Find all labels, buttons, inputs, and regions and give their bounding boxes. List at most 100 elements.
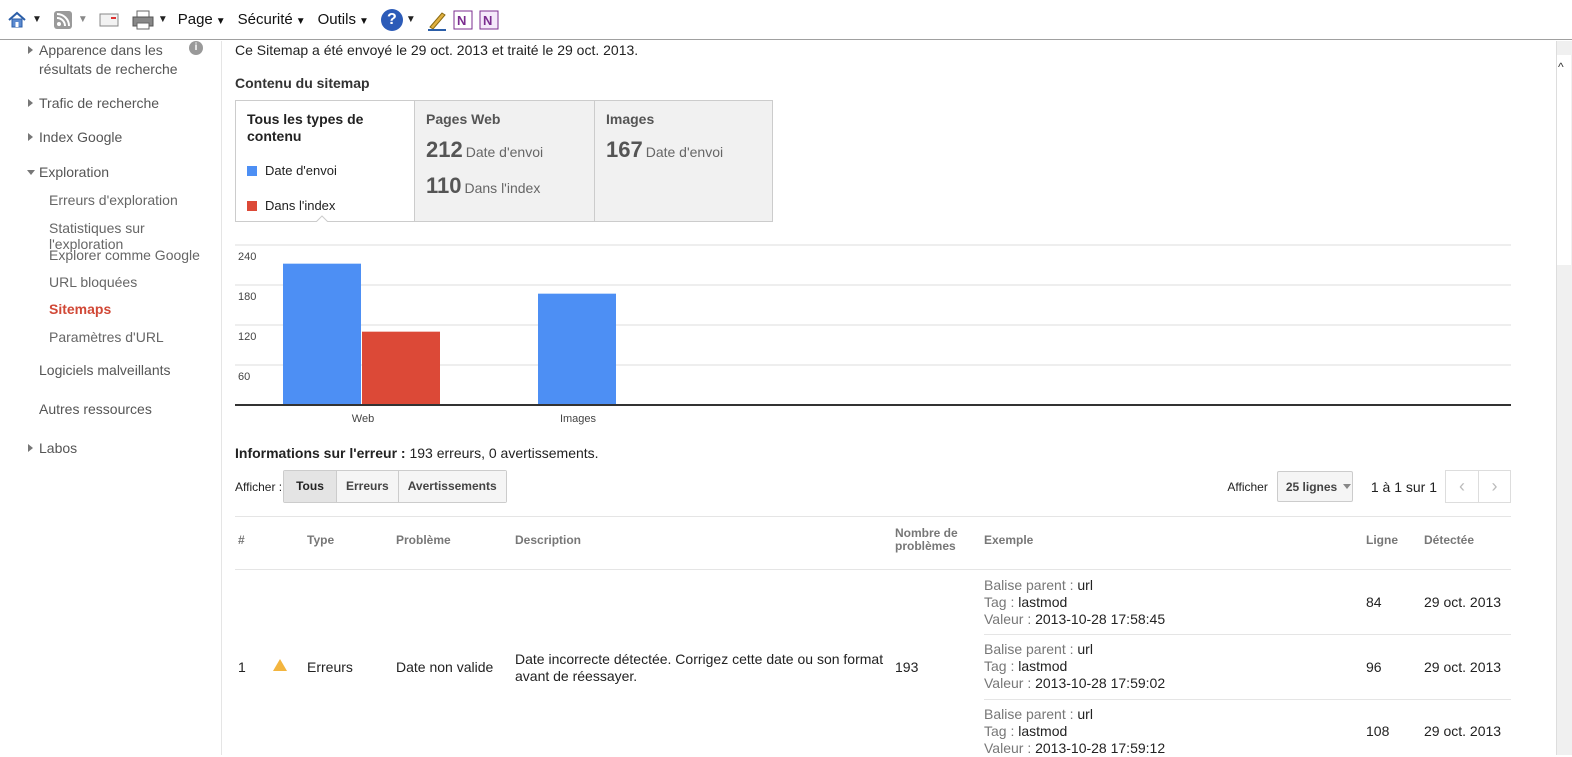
example-entry: Balise parent : url Tag : lastmod Valeur… [984,641,1166,691]
filter-segmented-control: Tous Erreurs Avertissements [283,470,507,503]
row-divider [984,634,1511,635]
all-content-types-tab[interactable]: Tous les types de contenu Date d'envoi D… [236,101,415,222]
expand-arrow-icon [28,46,33,54]
col-header-detected[interactable]: Détectée [1424,534,1474,547]
tools-menu[interactable]: Outils ▼ [318,11,369,28]
y-tick-label: 120 [238,331,256,343]
legend-label: Dans l'index [265,198,336,213]
sitemap-bar-chart: 60 120 180 240 Web Images [235,244,1511,425]
sidebar-subitem-crawl-errors[interactable]: Erreurs d'exploration [49,192,178,208]
row-count: 193 [895,659,919,675]
scroll-up-icon[interactable]: ^ [1558,60,1564,74]
expand-arrow-icon [28,444,33,452]
chevron-down-icon[interactable]: ▼ [78,14,88,25]
sidebar-item-malware[interactable]: Logiciels malveillants [28,361,171,380]
col-header-example: Exemple [984,533,1034,547]
sidebar-item-label: Exploration [39,164,110,180]
sitemap-content-title: Contenu du sitemap [235,75,370,91]
collapse-arrow-icon [27,170,35,175]
example-entry: Balise parent : url Tag : lastmod Valeur… [984,577,1166,627]
sidebar-item-google-index[interactable]: Index Google [28,128,122,147]
read-mail-icon[interactable] [98,9,120,31]
prev-page-button[interactable]: ‹ [1445,470,1478,503]
col-header-type[interactable]: Type [307,534,334,547]
col-header-problem[interactable]: Problème [396,534,451,547]
row-description: Date incorrecte détectée. Corrigez cette… [515,651,884,684]
filter-toolbar: Afficher : Tous Erreurs Avertissements A… [235,470,1511,503]
sidebar-item-labs[interactable]: Labos [28,439,77,458]
sidebar-item-search-traffic[interactable]: Trafic de recherche [28,94,159,113]
y-tick-label: 180 [238,291,256,303]
chevron-down-icon[interactable]: ▼ [406,14,416,25]
filter-warnings-button[interactable]: Avertissements [398,471,506,502]
col-header-line[interactable]: Ligne [1366,534,1398,547]
filter-errors-button[interactable]: Erreurs [337,471,399,502]
sitemap-submitted-text: Ce Sitemap a été envoyé le 29 oct. 2013 … [235,42,639,58]
header-divider [235,569,1511,570]
tab-pointer [316,215,328,222]
sidebar-subitem-url-parameters[interactable]: Paramètres d'URL [49,329,164,345]
svg-text:N: N [457,13,466,28]
rows-per-page-select[interactable]: 25 lignes [1276,471,1353,502]
page-menu[interactable]: Page ▼ [178,11,226,28]
home-icon[interactable] [6,9,28,31]
sidebar-item-label: Autres ressources [39,401,152,417]
sidebar-item-label: Logiciels malveillants [39,362,171,378]
onenote-linked-icon[interactable]: N [478,9,500,31]
sidebar-subitem-sitemaps[interactable]: Sitemaps [49,301,111,317]
example-detected: 29 oct. 2013 [1424,659,1502,675]
error-info-heading: Informations sur l'erreur : 193 erreurs,… [235,445,599,461]
sidebar-item-label: Apparence dans les résultats de recherch… [39,42,178,77]
filter-all-button[interactable]: Tous [284,471,337,502]
row-num: 1 [238,659,246,675]
legend-item-indexed: Dans l'index [247,198,403,213]
errors-table: # Type Problème Description Nombre de pr… [235,516,1511,756]
scrollbar-thumb[interactable] [1557,55,1571,265]
sidebar-subitem-fetch-as-google[interactable]: Explorer comme Google [49,247,200,263]
col-header-count[interactable]: Nombre de problèmes [895,527,965,553]
web-indexed-stat: 110 Dans l'index [426,173,541,198]
svg-text:N: N [483,13,492,28]
example-line: 108 [1366,723,1390,739]
pen-tool-icon[interactable] [426,9,448,31]
dropdown-arrow-icon [1343,484,1352,489]
web-pages-heading: Pages Web [426,111,501,127]
sidebar-item-label: Trafic de recherche [39,95,160,111]
onenote-icon[interactable]: N [452,9,474,31]
chevron-down-icon[interactable]: ▼ [32,14,42,25]
rows-label: Afficher [1227,479,1268,494]
legend-swatch-blue [247,165,257,176]
security-menu[interactable]: Sécurité ▼ [238,11,306,28]
pagination-controls: Afficher 25 lignes 1 à 1 sur 1 ‹ › [1227,470,1511,503]
images-sent-stat: 167 Date d'envoi [606,137,724,162]
sidebar-item-crawl[interactable]: Exploration [27,163,110,182]
legend-label: Date d'envoi [265,163,337,178]
row-divider [984,699,1511,700]
chart-bar [283,263,361,405]
all-types-heading: Tous les types de contenu [247,111,364,144]
chevron-down-icon[interactable]: ▼ [158,14,168,25]
sidebar-item-other-resources[interactable]: Autres ressources [28,400,152,419]
example-detected: 29 oct. 2013 [1424,594,1502,610]
legend-swatch-red [247,200,257,211]
example-line: 84 [1366,594,1382,610]
sidebar-item-appearance[interactable]: Apparence dans les résultats de recherch… [28,41,179,79]
web-pages-tab[interactable]: Pages Web 212 Date d'envoi 110 Dans l'inde… [415,101,595,221]
y-tick-label: 240 [238,251,256,263]
sidebar: Apparence dans les résultats de recherch… [0,41,222,755]
chart-bar [362,331,440,405]
y-tick-label: 60 [238,371,250,383]
help-icon[interactable]: ? [380,8,403,31]
images-tab[interactable]: Images 167 Date d'envoi [595,101,772,221]
print-icon[interactable] [132,9,154,31]
next-page-button[interactable]: › [1478,470,1511,503]
example-entry: Balise parent : url Tag : lastmod Valeur… [984,706,1166,756]
col-header-num: # [238,533,245,547]
sitemap-content-summary: Tous les types de contenu Date d'envoi D… [235,100,773,222]
page-info: 1 à 1 sur 1 [1370,478,1437,495]
rows-value: 25 lignes [1285,479,1338,494]
info-icon[interactable]: i [189,41,203,55]
rss-feed-icon[interactable] [52,9,74,31]
row-type: Erreurs [307,659,353,675]
sidebar-subitem-blocked-urls[interactable]: URL bloquées [49,274,137,290]
